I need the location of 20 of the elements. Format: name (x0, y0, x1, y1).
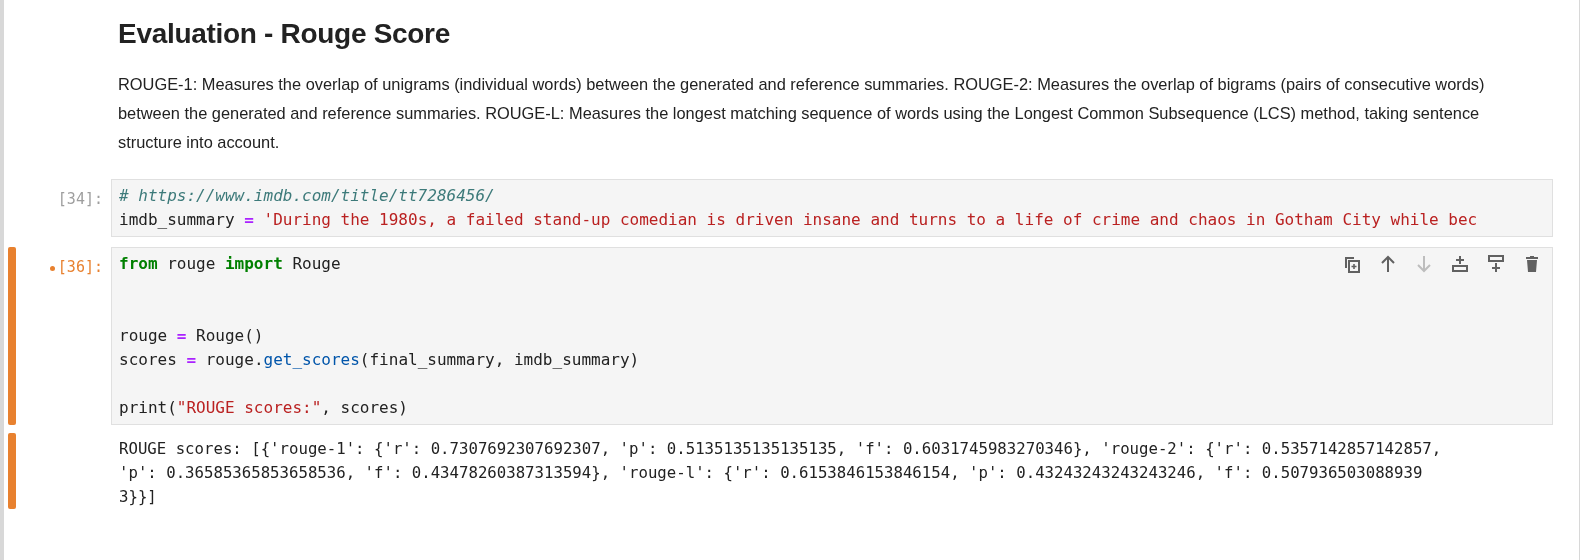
code-line: rouge = Rouge() (119, 325, 264, 347)
execution-count: [34]: (57, 189, 103, 210)
description-paragraph: ROUGE-1: Measures the overlap of unigrams (individual words) between the generated and reference summaries. ROUGE-2: Measures the overlap of bigrams (pairs of consecutive words) between the generated and reference summaries. ROUGE-L: Measures the longest matching sequence of words using the Longest Common Subsequence (LCS) method, taking sentence structure into account. (118, 74, 1486, 153)
section-heading: Evaluation - Rouge Score (118, 18, 450, 50)
output-line: 'p': 0.36585365853658536, 'f': 0.43478260387313594}, 'rouge-l': {'r': 0.6153846153846154, 'p': 0.43243243243243246, 'f': 0.507936503088939 (119, 462, 1423, 484)
arrow-down-icon (1414, 254, 1434, 274)
code-cell[interactable]: from rouge import Rouge rouge = Rouge() scores = rouge.get_scores(final_summary, imdb_summary) print("ROUGE scores:", scores) (111, 247, 1553, 425)
code-line: print("ROUGE scores:", scores) (119, 397, 408, 419)
insert-below-icon (1486, 254, 1506, 274)
code-line: # https://www.imdb.com/title/tt7286456/ (119, 185, 495, 207)
code-line: from rouge import Rouge (119, 253, 341, 275)
execution-count: [36]: (57, 257, 103, 278)
insert-above-icon (1450, 254, 1470, 274)
output-line: ROUGE scores: [{'rouge-1': {'r': 0.7307692307692307, 'p': 0.5135135135135135, 'f': 0.6031745983270346}, 'rouge-2': {'r': 0.5357142857142857, (119, 438, 1442, 460)
output-line: 3}}] (119, 486, 157, 508)
active-cell-bar[interactable] (8, 247, 16, 425)
copy-icon (1342, 254, 1362, 274)
code-line: scores = rouge.get_scores(final_summary, imdb_summary) (119, 349, 640, 371)
code-line: imdb_summary = 'During the 1980s, a failed stand-up comedian is driven insane and turns to a life of crime and chaos in Gotham City while bec (119, 209, 1478, 231)
code-cell[interactable]: # https://www.imdb.com/title/tt7286456/ imdb_summary = 'During the 1980s, a failed stand-up comedian is driven insane and turns to a life of crime and chaos in Gotham City while bec (111, 179, 1553, 237)
